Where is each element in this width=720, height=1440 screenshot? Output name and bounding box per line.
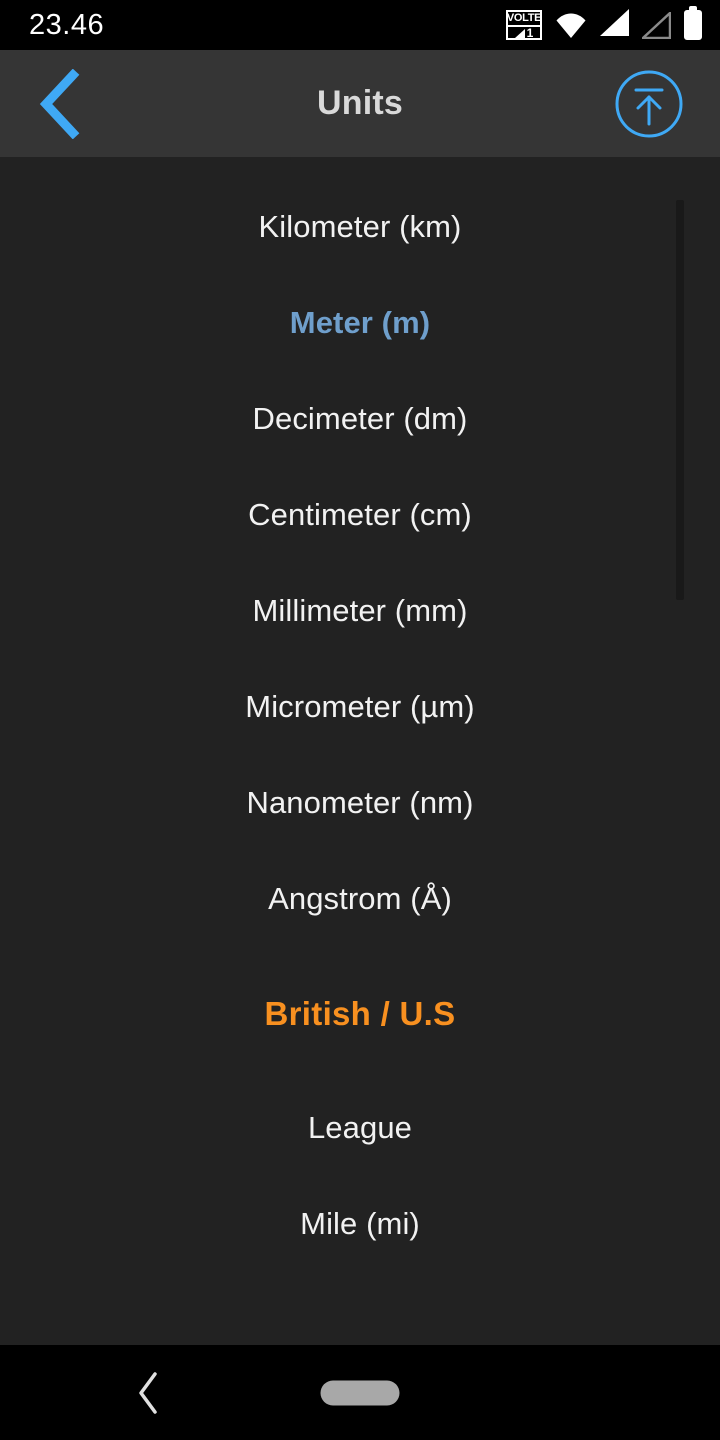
app-header: Units [0,50,720,157]
unit-item[interactable]: Micrometer (µm) [0,659,720,755]
scrollbar-track[interactable] [676,157,702,1345]
status-bar: 23.46 VOLTE 1 [0,0,720,50]
volte-icon: VOLTE 1 [506,10,542,40]
unit-item[interactable]: Decimeter (dm) [0,371,720,467]
scrollbar-thumb[interactable] [676,200,684,600]
unit-item-selected[interactable]: Meter (m) [0,275,720,371]
signal-empty-icon [639,9,672,39]
units-list: Kilometer (km) Meter (m) Decimeter (dm) Cen… [0,157,720,1272]
status-bar-icons: VOLTE 1 [506,0,702,50]
page-title: Units [317,84,403,122]
units-list-container[interactable]: Kilometer (km) Meter (m) Decimeter (dm) Cen… [0,157,720,1345]
upload-circle-icon [615,70,683,137]
unit-item[interactable]: Millimeter (mm) [0,563,720,659]
nav-back-button[interactable] [121,1365,177,1421]
battery-full-icon [684,10,702,40]
volte-label: VOLTE [506,12,542,24]
volte-signal-triangle-icon [514,28,525,38]
chevron-left-icon [139,1371,157,1414]
unit-item[interactable]: Kilometer (km) [0,179,720,275]
back-button[interactable] [24,64,96,144]
status-bar-clock: 23.46 [29,8,105,41]
volte-signal-row: 1 [508,25,540,39]
chevron-left-icon [39,68,80,139]
scroll-to-top-button[interactable] [611,66,687,142]
units-section-header: British / U.S [264,994,456,1032]
volte-sim-number: 1 [526,26,534,40]
unit-item[interactable]: Mile (mi) [0,1176,720,1272]
nav-home-handle[interactable] [320,1380,400,1405]
system-navigation-bar [0,1345,720,1440]
signal-full-icon [600,9,629,41]
wifi-icon [555,12,587,38]
unit-item[interactable]: League [0,1080,720,1176]
unit-item[interactable]: Centimeter (cm) [0,467,720,563]
unit-item[interactable]: Nanometer (nm) [0,755,720,851]
unit-item[interactable]: Angstrom (Å) [0,851,720,947]
